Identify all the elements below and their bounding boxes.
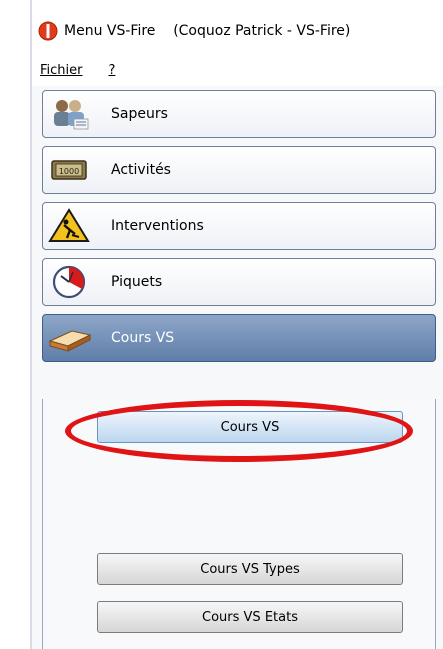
book-icon [43, 316, 95, 360]
nav-item-label: Activités [111, 162, 171, 178]
button-label: Cours VS [220, 419, 280, 435]
nav-item-cours-vs[interactable]: Cours VS [42, 314, 436, 362]
cours-vs-etats-button[interactable]: Cours VS Etats [97, 601, 403, 633]
client-area: Sapeurs 1000 Activités Interventions Piq… [32, 86, 443, 649]
nav-item-label: Cours VS [111, 330, 175, 346]
money-icon: 1000 [43, 148, 95, 192]
cours-vs-types-button[interactable]: Cours VS Types [97, 553, 403, 585]
nav-item-sapeurs[interactable]: Sapeurs [42, 90, 436, 138]
button-label: Cours VS Types [200, 561, 300, 577]
road-work-warning-icon [43, 204, 95, 248]
window-title: Menu VS-Fire (Coquoz Patrick - VS-Fire) [64, 23, 351, 39]
menu-fichier[interactable]: Fichier [40, 63, 83, 78]
nav-item-label: Piquets [111, 274, 163, 290]
button-label: Cours VS Etats [202, 609, 298, 625]
title-bar[interactable]: Menu VS-Fire (Coquoz Patrick - VS-Fire) [32, 14, 443, 48]
nav-item-label: Sapeurs [111, 106, 168, 122]
cours-vs-subpanel: Cours VS Cours VS Types Cours VS Etats [42, 399, 436, 649]
app-icon [38, 21, 58, 41]
cours-vs-button[interactable]: Cours VS [97, 411, 403, 443]
nav-item-interventions[interactable]: Interventions [42, 202, 436, 250]
svg-text:1000: 1000 [59, 167, 79, 176]
menu-bar: Fichier ? [32, 56, 443, 84]
clock-icon [43, 260, 95, 304]
nav-item-activites[interactable]: 1000 Activités [42, 146, 436, 194]
nav-item-label: Interventions [111, 218, 204, 234]
firefighters-icon [43, 92, 95, 136]
menu-help[interactable]: ? [109, 63, 116, 78]
nav-item-piquets[interactable]: Piquets [42, 258, 436, 306]
